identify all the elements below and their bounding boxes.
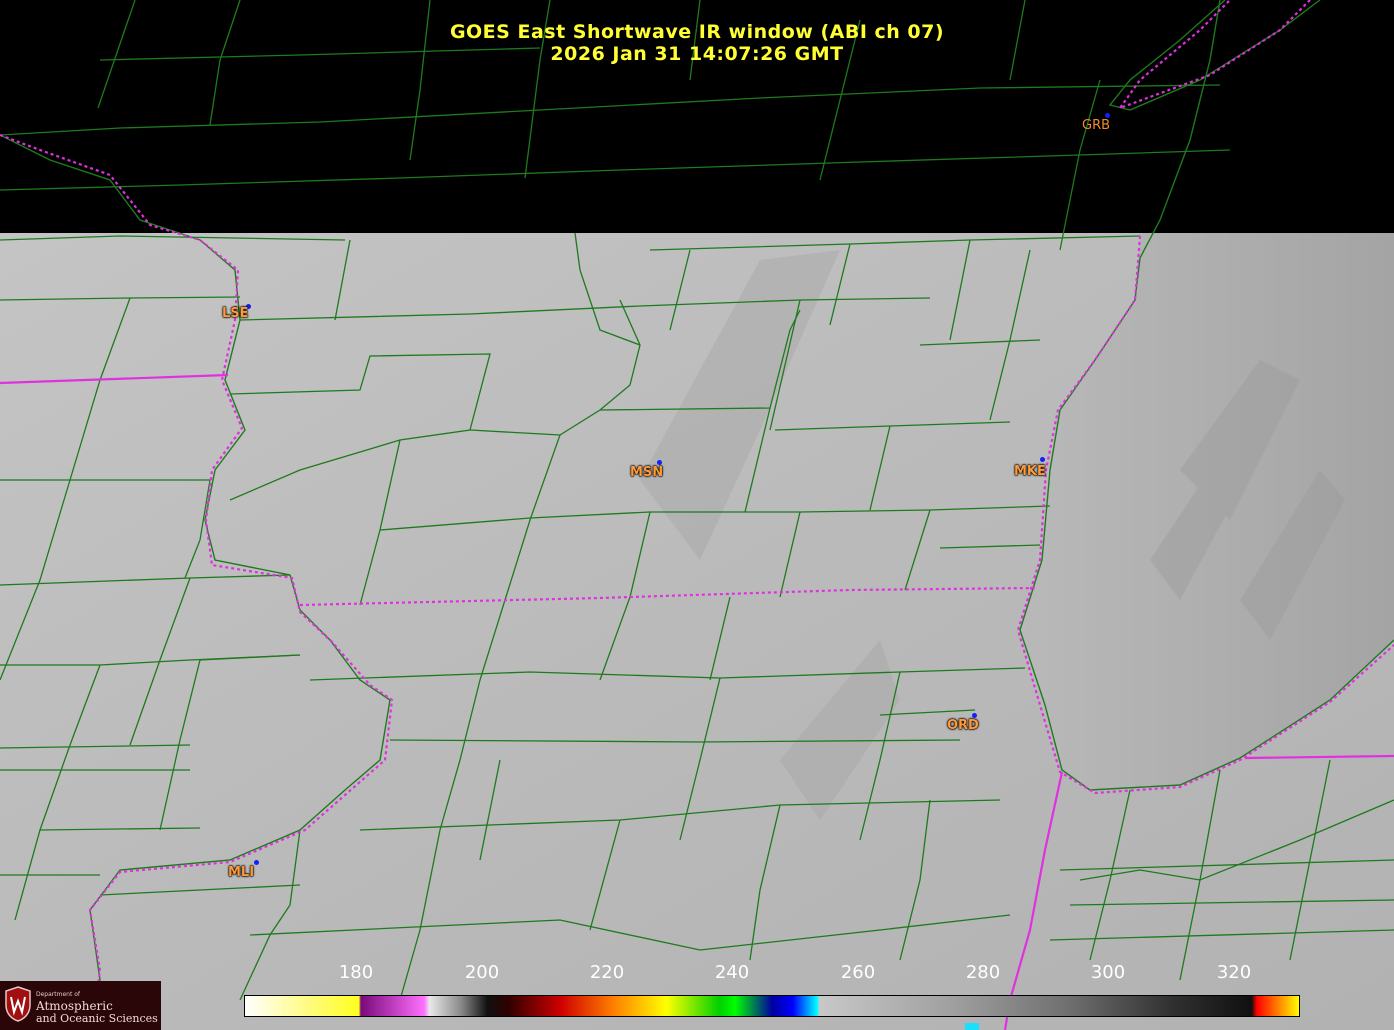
colorbar-tick: 320 (1216, 962, 1252, 983)
station-label-lse: LSE (222, 306, 249, 322)
uw-crest-icon (5, 986, 31, 1022)
satellite-image-viewer: GOES East Shortwave IR window (ABI ch 07… (0, 0, 1394, 1030)
colorbar-tick: 280 (965, 962, 1001, 983)
image-title: GOES East Shortwave IR window (ABI ch 07… (449, 21, 945, 43)
satellite-map (0, 0, 1394, 1030)
station-dot-mli (254, 860, 259, 865)
station-label-ord: ORD (947, 718, 979, 734)
station-label-mke: MKE (1014, 464, 1046, 480)
station-label-grb: GRB (1082, 118, 1111, 133)
colorbar-tick-labels: 180 200 220 240 260 280 300 320 (0, 960, 1394, 986)
station-label-msn: MSN (630, 465, 664, 481)
logo-name-text: Atmospheric (36, 999, 113, 1013)
colorbar-tick: 300 (1090, 962, 1126, 983)
colorbar-tick: 260 (840, 962, 876, 983)
colorbar-tick: 200 (464, 962, 500, 983)
logo-dept-text: Department of (36, 991, 80, 998)
logo-name-text-2: and Oceanic Sciences (36, 1012, 158, 1025)
colorbar-marker (965, 1023, 979, 1030)
temperature-colorbar (244, 995, 1300, 1017)
colorbar-tick: 240 (714, 962, 750, 983)
station-label-mli: MLI (228, 865, 255, 881)
colorbar-tick: 220 (589, 962, 625, 983)
colorbar-tick: 180 (338, 962, 374, 983)
station-dot-mke (1040, 457, 1045, 462)
aos-logo: Department of Atmospheric and Oceanic Sc… (0, 981, 161, 1030)
image-timestamp: 2026 Jan 31 14:07:26 GMT (550, 43, 844, 65)
